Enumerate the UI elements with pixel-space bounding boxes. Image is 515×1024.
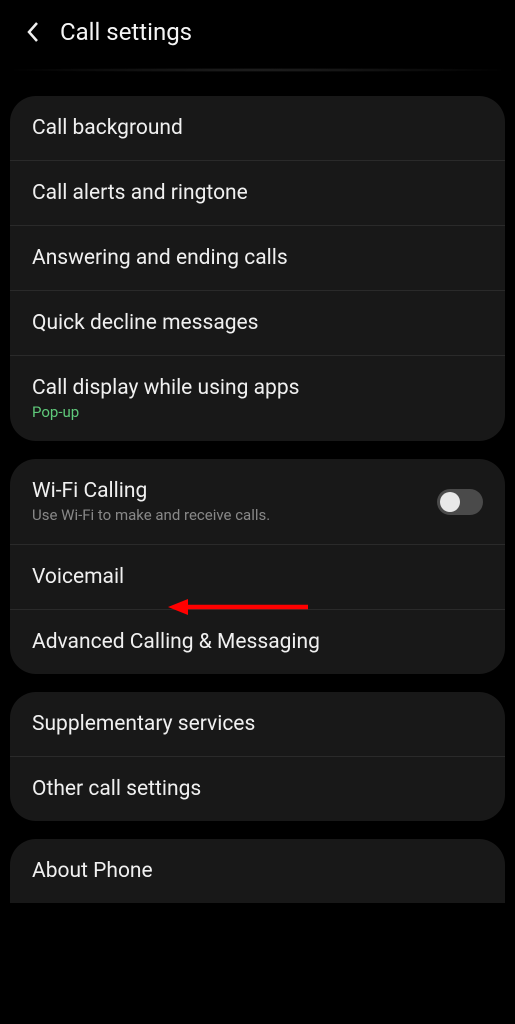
back-icon[interactable] [26,20,40,44]
item-sublabel: Use Wi-Fi to make and receive calls. [32,506,270,524]
item-label: Supplementary services [32,712,255,736]
item-label: Advanced Calling & Messaging [32,630,320,654]
item-label: Answering and ending calls [32,246,288,270]
item-answering-ending[interactable]: Answering and ending calls [10,226,505,291]
settings-group-1: Call background Call alerts and ringtone… [10,96,505,441]
item-label: Wi-Fi Calling [32,479,270,503]
item-voicemail[interactable]: Voicemail [10,545,505,610]
item-call-background[interactable]: Call background [10,96,505,161]
settings-group-4: About Phone [10,839,505,903]
item-wifi-calling[interactable]: Wi-Fi Calling Use Wi-Fi to make and rece… [10,459,505,545]
item-label: Voicemail [32,565,124,589]
item-about-phone[interactable]: About Phone [10,839,505,903]
item-sublabel: Pop-up [32,403,299,421]
item-label: Call background [32,116,183,140]
item-supplementary[interactable]: Supplementary services [10,692,505,757]
item-label: Call alerts and ringtone [32,181,248,205]
item-label: Other call settings [32,777,201,801]
settings-group-2: Wi-Fi Calling Use Wi-Fi to make and rece… [10,459,505,674]
item-other-settings[interactable]: Other call settings [10,757,505,821]
settings-group-3: Supplementary services Other call settin… [10,692,505,821]
item-call-alerts[interactable]: Call alerts and ringtone [10,161,505,226]
toggle-knob [440,492,460,512]
wifi-calling-toggle[interactable] [437,489,483,515]
item-label: Quick decline messages [32,311,259,335]
item-advanced-calling[interactable]: Advanced Calling & Messaging [10,610,505,674]
header: Call settings [0,0,515,64]
item-label: Call display while using apps [32,376,299,400]
page-title: Call settings [60,18,192,46]
item-call-display[interactable]: Call display while using apps Pop-up [10,356,505,441]
item-label: About Phone [32,859,153,883]
item-quick-decline[interactable]: Quick decline messages [10,291,505,356]
header-divider [14,68,501,72]
